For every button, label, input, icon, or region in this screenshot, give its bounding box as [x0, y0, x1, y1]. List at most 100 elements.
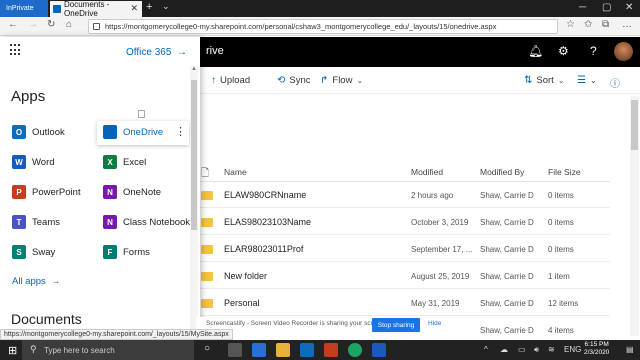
edge-taskbar-icon[interactable]: [252, 343, 266, 357]
stop-sharing-button[interactable]: Stop sharing: [372, 318, 420, 332]
favorites-bar-icon[interactable]: ✩: [584, 19, 592, 30]
screencastify-bar: Screencastify - Screen Video Recorder is…: [196, 317, 446, 333]
upload-button[interactable]: ↑ Upload: [211, 75, 250, 86]
app-label: OneNote: [123, 186, 162, 198]
file-modified: 2 hours ago: [411, 191, 454, 200]
chevron-down-icon: ⌄: [557, 76, 565, 85]
office365-link[interactable]: Office 365 →: [126, 47, 187, 58]
app-tile-teams[interactable]: T Teams: [12, 215, 60, 229]
chrome-taskbar-icon[interactable]: [348, 343, 362, 357]
documents-heading: Documents: [11, 311, 82, 327]
app-label: Teams: [32, 216, 60, 228]
app-tile-powerpoint[interactable]: P PowerPoint: [12, 185, 81, 199]
tab-list-chevron-icon[interactable]: ⌄: [162, 1, 170, 12]
browser-tab[interactable]: Documents - OneDrive ✕: [50, 0, 142, 18]
forward-icon[interactable]: →: [28, 19, 38, 30]
view-options-icon[interactable]: ☰ ⌄: [577, 75, 597, 86]
refresh-icon[interactable]: ↻: [47, 19, 55, 30]
outlook-icon: O: [12, 125, 26, 139]
back-icon[interactable]: ←: [8, 19, 18, 30]
system-tray-chevron-icon[interactable]: ^: [484, 345, 488, 354]
app-tile-forms[interactable]: F Forms: [103, 245, 150, 259]
all-apps-link[interactable]: All apps →: [12, 276, 61, 287]
maximize-icon[interactable]: ▢: [602, 2, 611, 13]
scroll-up-arrow-icon[interactable]: ▲: [191, 66, 197, 72]
windows-start-icon[interactable]: ⊞: [8, 344, 17, 357]
file-explorer-icon[interactable]: [276, 343, 290, 357]
powerpoint-taskbar-icon[interactable]: [324, 343, 338, 357]
file-modified-by[interactable]: Shaw, Carrie D: [480, 299, 534, 308]
file-name[interactable]: New folder: [224, 271, 267, 281]
file-modified-by[interactable]: Shaw, Carrie D: [480, 218, 534, 227]
header-divider: [200, 181, 610, 182]
app-tile-excel[interactable]: X Excel: [103, 155, 146, 169]
volume-icon[interactable]: 🔊︎: [534, 345, 539, 355]
file-modified-by[interactable]: Shaw, Carrie D: [480, 326, 534, 335]
app-tile-onedrive[interactable]: OneDrive: [103, 125, 163, 139]
inprivate-badge[interactable]: InPrivate: [0, 0, 48, 17]
file-name[interactable]: ELAR98023011Prof: [224, 244, 303, 254]
command-bar: [200, 67, 640, 94]
app-label: Outlook: [32, 126, 65, 138]
help-icon[interactable]: ?: [590, 44, 597, 58]
language-indicator[interactable]: ENG: [564, 345, 581, 354]
file-size: 4 items: [548, 326, 574, 335]
app-tile-outlook[interactable]: O Outlook: [12, 125, 65, 139]
clock-time: 6:15 PM: [584, 341, 609, 348]
column-header-file-size[interactable]: File Size: [548, 167, 581, 177]
forms-icon: F: [103, 245, 117, 259]
new-tab-icon[interactable]: +: [146, 1, 152, 13]
column-header-modified-by[interactable]: Modified By: [480, 167, 524, 177]
notifications-bell-icon[interactable]: 🔔︎: [528, 44, 543, 58]
collections-icon[interactable]: ⧉: [602, 19, 609, 30]
taskbar-clock[interactable]: 6:15 PM 2/3/2020: [584, 341, 609, 357]
app-tile-class-notebook[interactable]: N Class Notebook: [103, 215, 190, 229]
task-view-icon[interactable]: [228, 343, 242, 357]
main-scrollbar-thumb[interactable]: [631, 100, 638, 150]
sync-button[interactable]: ⟲ Sync: [277, 75, 311, 86]
cloud-icon[interactable]: ☁: [500, 345, 508, 354]
hide-button[interactable]: Hide: [428, 320, 441, 327]
taskbar-search-box[interactable]: ⚲ Type here to search: [22, 340, 194, 360]
close-window-icon[interactable]: ✕: [625, 2, 633, 13]
address-bar[interactable]: https://montgomerycollege0-my.sharepoint…: [88, 19, 558, 34]
settings-gear-icon[interactable]: ⚙: [558, 44, 569, 58]
cursor-tooltip-icon: [138, 110, 145, 118]
column-header-modified[interactable]: Modified: [411, 167, 443, 177]
info-pane-icon[interactable]: ⓘ: [610, 75, 620, 90]
close-tab-icon[interactable]: ✕: [130, 3, 138, 14]
cortana-circle-icon[interactable]: ○: [204, 343, 210, 354]
column-header-name[interactable]: Name: [224, 167, 247, 177]
folder-icon: [201, 299, 213, 308]
more-options-icon[interactable]: ⋮: [175, 125, 186, 138]
app-launcher-waffle-icon[interactable]: [10, 44, 22, 56]
inprivate-label: InPrivate: [6, 5, 34, 12]
file-modified-by[interactable]: Shaw, Carrie D: [480, 272, 534, 281]
flow-icon: ↱: [320, 75, 329, 86]
file-name[interactable]: ELAW980CRNname: [224, 190, 306, 200]
app-tile-word[interactable]: W Word: [12, 155, 55, 169]
favorite-star-icon[interactable]: ☆: [566, 19, 575, 30]
app-label: PowerPoint: [32, 186, 81, 198]
word-taskbar-icon[interactable]: [372, 343, 386, 357]
notifications-icon[interactable]: ▤: [626, 345, 634, 354]
outlook-taskbar-icon[interactable]: [300, 343, 314, 357]
minimize-icon[interactable]: ─: [579, 2, 586, 13]
avatar[interactable]: [614, 42, 633, 61]
panel-scrollbar-thumb[interactable]: [191, 80, 197, 230]
flow-button[interactable]: ↱ Flow ⌄: [320, 75, 363, 86]
file-name[interactable]: Personal: [224, 298, 260, 308]
settings-more-icon[interactable]: …: [622, 19, 632, 30]
file-modified-by[interactable]: Shaw, Carrie D: [480, 245, 534, 254]
sync-icon: ⟲: [277, 75, 286, 86]
network-icon[interactable]: ▭: [518, 345, 526, 354]
app-tile-onenote[interactable]: N OneNote: [103, 185, 161, 199]
wifi-icon[interactable]: ≋: [548, 345, 555, 354]
file-name[interactable]: ELAS98023103Name: [224, 217, 311, 227]
sort-button[interactable]: ⇅ Sort ⌄: [524, 75, 565, 86]
excel-icon: X: [103, 155, 117, 169]
app-tile-sway[interactable]: S Sway: [12, 245, 55, 259]
apps-heading: Apps: [11, 88, 46, 105]
home-icon[interactable]: ⌂: [66, 19, 72, 30]
file-modified-by[interactable]: Shaw, Carrie D: [480, 191, 534, 200]
